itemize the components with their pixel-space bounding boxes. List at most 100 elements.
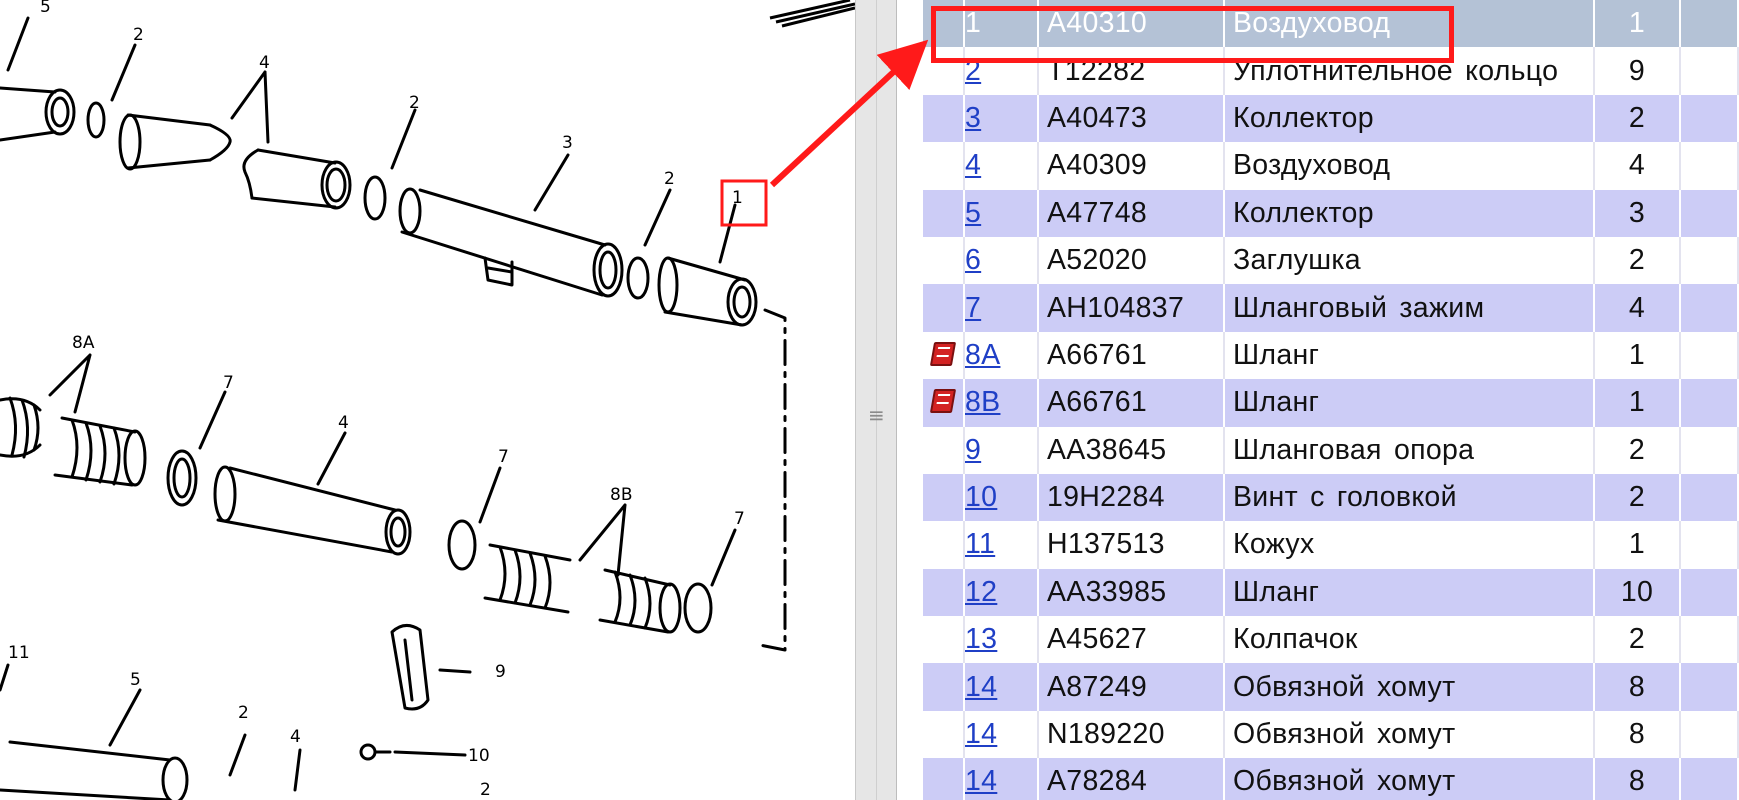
table-row[interactable]: 12 AA33985 Шланг 10 [923,568,1739,617]
bookmark-icon[interactable] [929,389,957,414]
table-row[interactable]: 13 A45627 Колпачок 2 [923,616,1739,664]
quantity-cell: 2 [1594,426,1681,474]
row-icon-cell [923,568,965,617]
quantity-cell: 8 [1594,710,1681,759]
part-number-cell: AA33985 [1038,568,1225,617]
part-number-cell: T12282 [1038,47,1225,95]
parts-list-pane[interactable]: 1 A40310 Воздуховод 1 2 T12282 Уплотнительное … [897,0,1739,800]
quantity-cell: 3 [1594,189,1681,237]
part-number-cell: AA38645 [1038,426,1225,474]
callout-label: 8A [72,333,95,353]
table-row[interactable]: 9 AA38645 Шланговая опора 2 [923,426,1739,474]
position-link[interactable]: 1 [965,7,981,39]
part-name-cell: Шланговая опора [1224,426,1595,474]
part-number-cell: A52020 [1038,236,1225,285]
position-link[interactable]: 3 [965,102,981,134]
hatch-graphic [769,0,855,28]
callout-label: 5 [40,0,51,17]
position-link[interactable]: 11 [965,528,995,560]
position-cell: 6 [964,236,1039,285]
splitter-line [876,0,877,800]
callout-label: 7 [734,509,745,529]
table-row[interactable]: 5 A47748 Коллектор 3 [923,189,1739,237]
table-row[interactable]: 10 19H2284 Винт с головкой 2 [923,473,1739,522]
part-4-duct-drawing-b [213,465,412,556]
row-icon-cell [923,142,965,190]
empty-cell [1680,521,1739,569]
table-row[interactable]: 3 A40473 Коллектор 2 [923,94,1739,143]
table-row[interactable]: 4 A40309 Воздуховод 4 [923,142,1739,190]
quantity-cell: 1 [1594,521,1681,569]
position-link[interactable]: 4 [965,149,981,181]
part-name-cell: Шланговый зажим [1224,284,1595,332]
part-number-cell: A78284 [1038,758,1225,800]
part-number-cell: A47748 [1038,189,1225,237]
table-row[interactable]: 8A A66761 Шланг 1 [923,331,1739,380]
parts-table: 1 A40310 Воздуховод 1 2 T12282 Уплотнительное … [923,0,1739,800]
position-link[interactable]: 10 [965,481,997,513]
empty-cell [1680,94,1739,143]
callout-label: 2 [664,169,675,189]
row-icon-cell [923,94,965,143]
part-8a-hose-drawing [0,396,147,487]
position-link[interactable]: 8B [965,386,1000,418]
pane-splitter[interactable]: ≡ [855,0,897,800]
callout-label: 10 [468,746,490,766]
part-number-cell: H137513 [1038,521,1225,569]
callout-label: 11 [8,643,30,663]
table-row[interactable]: 14 N189220 Обвязной хомут 8 [923,710,1739,759]
position-link[interactable]: 6 [965,244,981,276]
callout-1-hotspot[interactable] [720,179,768,227]
empty-cell [1680,758,1739,800]
empty-cell [1680,331,1739,380]
position-cell: 14 [964,663,1039,711]
part-name-cell: Воздуховод [1224,142,1595,190]
position-cell: 2 [964,47,1039,95]
position-link[interactable]: 2 [965,55,981,87]
part-number-cell: A40310 [1038,0,1225,48]
position-link[interactable]: 8A [965,339,1000,371]
bookmark-icon[interactable] [929,341,957,366]
position-link[interactable]: 14 [965,671,997,703]
position-cell: 9 [964,426,1039,474]
table-row[interactable]: 14 A87249 Обвязной хомут 8 [923,663,1739,711]
parts-diagram-pane[interactable]: 5 2 4 2 3 2 1 8A 7 4 7 8B 7 9 10 11 5 2 … [0,0,855,800]
position-cell: 1 [964,0,1039,48]
row-icon-cell [923,47,965,95]
part-number-cell: A66761 [1038,331,1225,380]
table-row[interactable]: 7 AH104837 Шланговый зажим 4 [923,284,1739,332]
table-row[interactable]: 1 A40310 Воздуховод 1 [923,0,1739,48]
position-link[interactable]: 9 [965,434,981,466]
part-5-collector-drawing-b [0,740,189,800]
position-link[interactable]: 14 [965,718,997,750]
table-row[interactable]: 8B A66761 Шланг 1 [923,379,1739,427]
position-link[interactable]: 5 [965,197,981,229]
quantity-cell: 2 [1594,94,1681,143]
row-icon-cell [923,379,965,427]
empty-cell [1680,710,1739,759]
splitter-grip-icon[interactable]: ≡ [868,403,885,427]
part-name-cell: Шланг [1224,379,1595,427]
callout-label: 2 [480,780,491,800]
position-link[interactable]: 12 [965,576,997,608]
callout-label: 7 [498,447,509,467]
position-link[interactable]: 14 [965,765,997,797]
exploded-parts-diagram[interactable]: 5 2 4 2 3 2 1 8A 7 4 7 8B 7 9 10 11 5 2 … [0,0,855,800]
quantity-cell: 1 [1594,331,1681,380]
part-7-hose-clamp-drawing-c [683,582,713,634]
part-name-cell: Обвязной хомут [1224,710,1595,759]
quantity-cell: 4 [1594,142,1681,190]
table-row[interactable]: 6 A52020 Заглушка 2 [923,236,1739,285]
position-cell: 4 [964,142,1039,190]
empty-cell [1680,0,1739,48]
position-link[interactable]: 7 [965,292,981,324]
table-row[interactable]: 2 T12282 Уплотнительное кольцо 9 [923,47,1739,95]
callout-label: 1 [732,188,743,208]
row-icon-cell [923,473,965,522]
position-link[interactable]: 13 [965,623,997,655]
row-icon-cell [923,758,965,800]
quantity-cell: 8 [1594,663,1681,711]
part-name-cell: Коллектор [1224,94,1595,143]
table-row[interactable]: 14 A78284 Обвязной хомут 8 [923,758,1739,800]
table-row[interactable]: 11 H137513 Кожух 1 [923,521,1739,569]
